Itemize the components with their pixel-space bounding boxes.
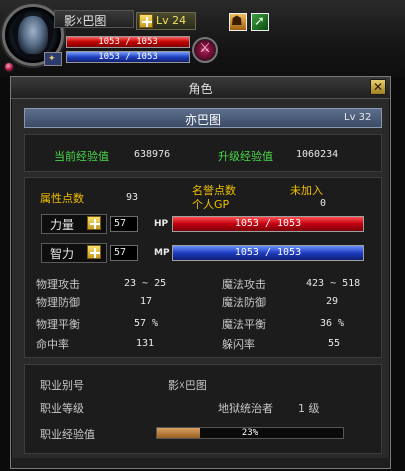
hud-hp-bar: 1053 / 1053 [66, 36, 190, 48]
job-level-label: 职业等级 [40, 402, 84, 415]
stat-value: 57 % [134, 318, 159, 329]
add-intelligence-button[interactable] [87, 245, 101, 259]
next-exp-value: 1060234 [296, 149, 339, 160]
attr-points-value: 93 [126, 192, 139, 203]
job-exp-label: 职业经验值 [40, 428, 95, 441]
status-gem-icon [4, 62, 14, 72]
attr-points-label: 属性点数 [40, 192, 84, 205]
stat-value: 131 [136, 338, 155, 349]
hp-label: HP [154, 219, 169, 229]
job-alias-label: 职业别号 [40, 379, 84, 392]
job-level-value: 1 级 [298, 402, 320, 415]
stat-label: 魔法防御 [222, 296, 266, 309]
job-alias-value: 影☓巴图 [168, 379, 207, 392]
character-name: 亦巴图 [184, 113, 221, 127]
hud-level: Lv 24 [156, 14, 187, 27]
next-exp-label: 升级经验值 [218, 150, 273, 163]
stat-label: 物理防御 [36, 296, 80, 309]
mp-bar: 1053 / 1053 [172, 245, 364, 261]
job-level-title: 地狱统治者 [218, 402, 273, 415]
hud-mp-bar: 1053 / 1053 [66, 51, 190, 63]
current-exp-label: 当前经验值 [54, 150, 109, 163]
stat-label: 躲闪率 [222, 338, 255, 351]
stat-value: 36 % [320, 318, 345, 329]
intelligence-label: 智力 [50, 247, 75, 261]
fame-points-value: 未加入 [290, 184, 323, 197]
buff-icon-1[interactable]: ☗ [229, 13, 247, 31]
personal-gp-value: 0 [320, 198, 327, 209]
strength-value: 57 [110, 216, 138, 232]
hud-character-name: 影☓巴图 [64, 14, 107, 28]
character-level: Lv 32 [344, 112, 372, 123]
close-button[interactable]: ✕ [370, 79, 386, 95]
pvp-icon[interactable]: ⚔ [192, 37, 218, 63]
stat-label: 命中率 [36, 338, 69, 351]
buff-icon-2[interactable]: ➚ [251, 13, 269, 31]
stat-value: 23 ~ 25 [124, 278, 167, 289]
stat-label: 物理攻击 [36, 278, 80, 291]
stat-value: 17 [140, 296, 153, 307]
strength-label: 力量 [50, 218, 75, 232]
mp-label: MP [154, 248, 170, 258]
stat-value: 55 [328, 338, 341, 349]
stat-label: 魔法平衡 [222, 318, 266, 331]
intelligence-value: 57 [110, 245, 138, 261]
window-title: 角色 [188, 82, 213, 96]
hp-bar: 1053 / 1053 [172, 216, 364, 232]
stat-value: 423 ~ 518 [306, 278, 361, 289]
add-strength-button[interactable] [87, 216, 101, 230]
window-bottom-edge [11, 458, 390, 468]
portrait-face [18, 16, 48, 54]
stat-value: 29 [326, 296, 339, 307]
job-exp-percent: 23% [241, 428, 259, 438]
stat-label: 魔法攻击 [222, 278, 266, 291]
stat-label: 物理平衡 [36, 318, 80, 331]
party-icon[interactable]: ✦ [44, 52, 62, 66]
plus-icon[interactable] [139, 14, 153, 28]
personal-gp-label: 个人GP [192, 198, 230, 211]
current-exp-value: 638976 [134, 149, 171, 160]
